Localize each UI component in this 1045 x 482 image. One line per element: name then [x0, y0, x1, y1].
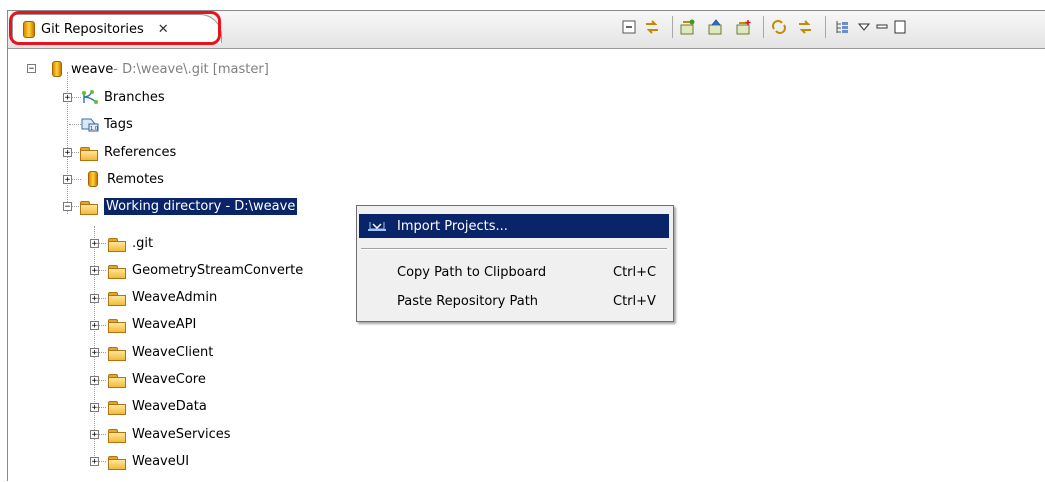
tree-item-label: Branches	[104, 89, 165, 105]
tree-guide-line	[96, 270, 106, 272]
tree-item-label: Tags	[104, 116, 133, 132]
tree-guide-line	[96, 297, 106, 299]
tree-item-tags[interactable]: 1.0 Tags	[80, 114, 133, 134]
link-icon[interactable]	[797, 16, 813, 38]
svg-text:1.0: 1.0	[90, 126, 98, 132]
tree-item-repository[interactable]: weave - D:\weave\.git [master]	[52, 59, 269, 79]
tree-item-label: WeaveClient	[132, 344, 214, 360]
branches-icon	[82, 90, 98, 104]
collapse-toggle[interactable]: −	[63, 202, 72, 212]
folder-icon	[108, 346, 126, 361]
menu-item-label: Copy Path to Clipboard	[397, 264, 547, 280]
folder-icon	[108, 455, 126, 470]
toolbar-separator	[672, 16, 673, 38]
tree-item-remotes[interactable]: Remotes	[88, 169, 164, 189]
toolbar-separator	[825, 16, 826, 38]
refresh-icon[interactable]	[771, 16, 787, 38]
folder-icon	[108, 428, 126, 443]
collapse-toggle[interactable]: −	[27, 64, 36, 74]
folder-icon	[108, 237, 126, 252]
menu-item-shortcut: Ctrl+C	[613, 264, 657, 280]
tree-item-label: WeaveAPI	[132, 317, 197, 333]
menu-item-copy-path[interactable]: Copy Path to Clipboard Ctrl+C	[359, 260, 669, 284]
repository-path: - D:\weave\.git [master]	[113, 61, 269, 77]
tree-guide-line	[96, 379, 106, 381]
tree-item-label: WeaveData	[132, 399, 207, 415]
tree-item-folder[interactable]: .git	[108, 233, 153, 253]
tab-highlight	[9, 11, 221, 45]
link-with-editor-icon[interactable]	[644, 16, 660, 38]
view-menu-icon[interactable]	[858, 16, 870, 38]
tree-item-folder[interactable]: WeaveCore	[108, 370, 206, 390]
import-icon	[368, 222, 386, 231]
minimize-icon[interactable]	[876, 16, 888, 38]
folder-icon	[108, 318, 126, 334]
expand-toggle[interactable]: +	[63, 175, 72, 185]
tree-item-folder[interactable]: WeaveServices	[108, 424, 231, 444]
tree-item-folder[interactable]: GeometryStreamConverte	[108, 260, 303, 280]
menu-item-import-projects[interactable]: Import Projects...	[359, 214, 669, 238]
folder-icon	[108, 264, 126, 279]
tree-guide-line	[96, 461, 106, 463]
context-menu: Import Projects... Copy Path to Clipboar…	[356, 205, 674, 322]
tree-item-folder[interactable]: WeaveAPI	[108, 315, 196, 335]
tree-item-label: References	[104, 144, 177, 160]
expand-toggle[interactable]: +	[63, 93, 72, 103]
tree-item-branches[interactable]: Branches	[80, 87, 165, 107]
menu-item-label: Paste Repository Path	[397, 293, 539, 309]
maximize-icon[interactable]	[894, 16, 906, 38]
folder-icon	[108, 400, 126, 416]
tree-item-folder[interactable]: WeaveAdmin	[108, 288, 217, 308]
add-repository-icon[interactable]	[680, 16, 696, 38]
tree-item-working-directory[interactable]: Working directory - D:\weave	[80, 196, 298, 216]
tree-guide-line	[96, 352, 106, 354]
tree-item-folder[interactable]: WeaveClient	[108, 342, 213, 362]
menu-separator	[361, 248, 667, 250]
tree-item-label: WeaveServices	[132, 426, 231, 442]
collapse-all-icon[interactable]	[621, 16, 637, 38]
folder-icon	[80, 146, 98, 161]
tree-guide-line	[96, 243, 106, 244]
expand-toggle[interactable]: +	[63, 148, 72, 158]
tree-item-label: GeometryStreamConverte	[132, 262, 304, 278]
tree-guide-line	[96, 434, 106, 436]
tree-item-label: WeaveCore	[132, 372, 206, 387]
remote-repository-icon	[88, 171, 98, 187]
menu-item-paste-repository-path[interactable]: Paste Repository Path Ctrl+V	[359, 289, 669, 313]
folder-icon	[80, 200, 98, 215]
tree-item-label: Remotes	[107, 171, 164, 187]
tree-item-label: WeaveAdmin	[132, 290, 218, 306]
menu-item-shortcut: Ctrl+V	[613, 293, 656, 309]
tree-guide-line	[96, 406, 106, 408]
tree-item-label: WeaveUI	[132, 453, 190, 469]
repository-icon	[52, 61, 62, 77]
clone-repository-icon[interactable]	[708, 16, 724, 38]
tree-guide-line	[96, 324, 106, 326]
tags-icon: 1.0	[81, 118, 99, 132]
tree-item-label: Working directory - D:\weave	[104, 197, 298, 215]
toolbar-separator	[763, 16, 764, 38]
folder-icon	[108, 291, 126, 307]
tree-item-folder[interactable]: WeaveUI	[108, 451, 189, 471]
tree-layout-icon[interactable]	[834, 16, 850, 38]
folder-icon	[108, 373, 126, 388]
menu-item-label: Import Projects...	[397, 218, 508, 234]
create-repository-icon[interactable]	[736, 16, 752, 38]
repository-name: weave	[71, 61, 114, 77]
tree-item-references[interactable]: References	[80, 142, 176, 162]
tree-item-folder[interactable]: WeaveData	[108, 397, 207, 417]
tree-item-label: .git	[132, 235, 154, 251]
